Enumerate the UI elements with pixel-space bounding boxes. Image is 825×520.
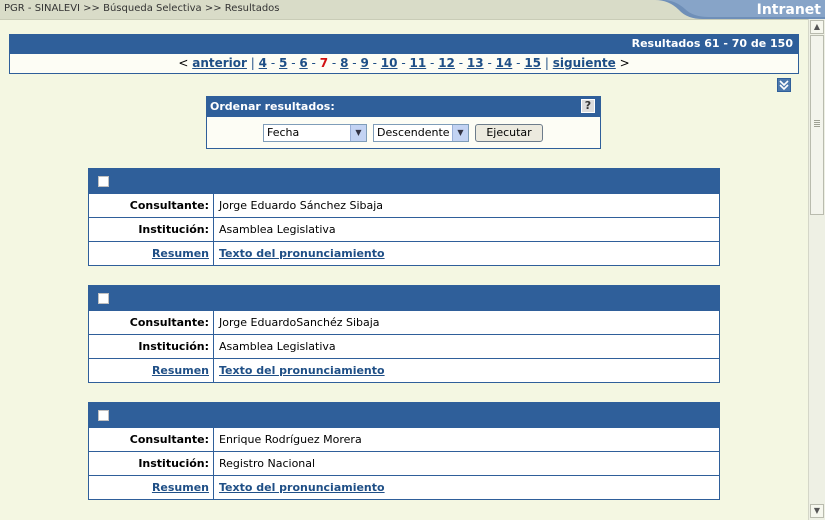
result-title-bar: 62. Opinión Jurídica: 175 - J de 05/12/2… [89,286,719,358]
scroll-down-arrow-icon[interactable]: ▼ [810,504,824,518]
sort-panel-header: Ordenar resultados: ? [207,97,600,117]
sort-panel: Ordenar resultados: ? Fecha ▼ Descendent… [206,96,601,149]
page-link-5[interactable]: 5 [279,56,287,70]
scrollbar-thumb[interactable] [810,35,824,215]
consultant-label: Consultante: [89,194,214,217]
vertical-scrollbar[interactable]: ▲ ▼ [808,19,825,520]
consultant-value: Jorge EduardoSanchéz Sibaja [219,316,380,329]
intranet-label: Intranet [756,2,821,18]
consultant-row: Consultante: Enrique Rodríguez Morera [89,427,719,451]
consultant-value: Enrique Rodríguez Morera [219,433,362,446]
execute-button[interactable]: Ejecutar [475,124,543,142]
page-link-14[interactable]: 14 [496,56,513,70]
result-title-bar: 61. Opinión Jurídica: 174 - J de 05/12/2… [89,169,719,241]
next-symbol: > [619,56,630,70]
summary-link[interactable]: Resumen [152,481,209,494]
results-header: Resultados 61 - 70 de 150 [9,34,799,54]
full-text-link[interactable]: Texto del pronunciamiento [219,247,385,260]
summary-link[interactable]: Resumen [152,364,209,377]
institution-label: Institución: [89,335,214,358]
page-link-11[interactable]: 11 [410,56,427,70]
current-page: 7 [319,56,329,70]
intranet-banner: Intranet [655,0,825,19]
sort-title: Ordenar resultados: [210,100,335,113]
prev-page-link[interactable]: anterior [192,56,247,70]
page-link-12[interactable]: 12 [438,56,455,70]
results-count: Resultados 61 - 70 de 150 [631,37,793,50]
institution-value: Registro Nacional [219,457,316,470]
sort-order-value: Descendente [377,126,450,139]
select-checkbox[interactable] [98,176,109,187]
consultant-row: Consultante: Jorge Eduardo Sánchez Sibaj… [89,193,719,217]
institution-row: Institución: Asamblea Legislativa [89,334,719,358]
result-card: 62. Opinión Jurídica: 175 - J de 05/12/2… [88,285,720,383]
full-text-link[interactable]: Texto del pronunciamiento [219,481,385,494]
consultant-label: Consultante: [89,428,214,451]
institution-row: Institución: Asamblea Legislativa [89,217,719,241]
page-link-8[interactable]: 8 [340,56,348,70]
chevron-down-icon: ▼ [452,125,468,141]
chevron-down-icon: ▼ [350,125,366,141]
scroll-up-arrow-icon[interactable]: ▲ [810,20,824,34]
consultant-label: Consultante: [89,311,214,334]
institution-label: Institución: [89,452,214,475]
links-row: Resumen Texto del pronunciamiento [89,358,719,382]
prev-symbol: < [178,56,189,70]
institution-row: Institución: Registro Nacional [89,451,719,475]
summary-link[interactable]: Resumen [152,247,209,260]
help-icon[interactable]: ? [581,99,595,113]
page-link-15[interactable]: 15 [524,56,541,70]
page-link-9[interactable]: 9 [360,56,368,70]
consultant-row: Consultante: Jorge EduardoSanchéz Sibaja [89,310,719,334]
page-link-13[interactable]: 13 [467,56,484,70]
result-card: 63. Dictamen: 481 de 04/12/2006 Consulta… [88,402,720,500]
next-page-link[interactable]: siguiente [553,56,616,70]
sort-order-select[interactable]: Descendente ▼ [373,124,469,142]
result-card: 61. Opinión Jurídica: 174 - J de 05/12/2… [88,168,720,266]
top-bar: PGR - SINALEVI >> Búsqueda Selectiva >> … [0,0,825,20]
page-link-6[interactable]: 6 [299,56,307,70]
select-checkbox[interactable] [98,293,109,304]
sort-field-value: Fecha [267,126,300,139]
sort-field-select[interactable]: Fecha ▼ [263,124,367,142]
institution-label: Institución: [89,218,214,241]
scroll-down-icon[interactable] [777,78,791,92]
institution-value: Asamblea Legislativa [219,223,336,236]
result-title-bar: 63. Dictamen: 481 de 04/12/2006 [89,403,719,475]
full-text-link[interactable]: Texto del pronunciamiento [219,364,385,377]
links-row: Resumen Texto del pronunciamiento [89,475,719,499]
consultant-value: Jorge Eduardo Sánchez Sibaja [219,199,384,212]
pagination: < anterior | 4 - 5 - 6 - 7 - 8 - 9 - 10 … [9,54,799,74]
institution-value: Asamblea Legislativa [219,340,336,353]
page-link-10[interactable]: 10 [381,56,398,70]
breadcrumb: PGR - SINALEVI >> Búsqueda Selectiva >> … [4,3,280,14]
page-link-4[interactable]: 4 [259,56,267,70]
select-checkbox[interactable] [98,410,109,421]
links-row: Resumen Texto del pronunciamiento [89,241,719,265]
